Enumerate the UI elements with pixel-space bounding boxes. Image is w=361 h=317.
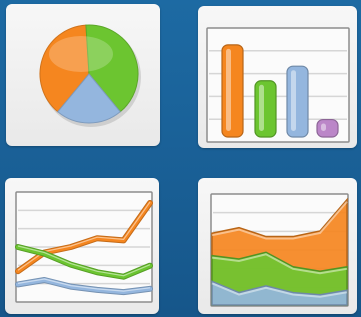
area-chart-graphic <box>210 193 349 307</box>
pie-chart-icon <box>6 4 160 146</box>
bar <box>286 65 309 138</box>
pie-gloss <box>49 36 113 72</box>
bar-chart-icon <box>198 6 357 148</box>
bar-highlight <box>291 70 296 131</box>
bar-highlight <box>321 123 326 131</box>
area-chart-icon <box>198 178 357 314</box>
bar <box>221 44 244 138</box>
line-chart-icon <box>5 178 159 314</box>
bar-highlight <box>226 48 231 131</box>
bar <box>254 80 277 138</box>
bar <box>316 118 339 138</box>
bar-chart-graphic <box>206 27 350 143</box>
bar-highlight <box>259 84 264 131</box>
chart-icons-scene <box>0 0 361 317</box>
line-chart-graphic <box>15 191 153 303</box>
pie-chart-graphic <box>39 24 141 127</box>
